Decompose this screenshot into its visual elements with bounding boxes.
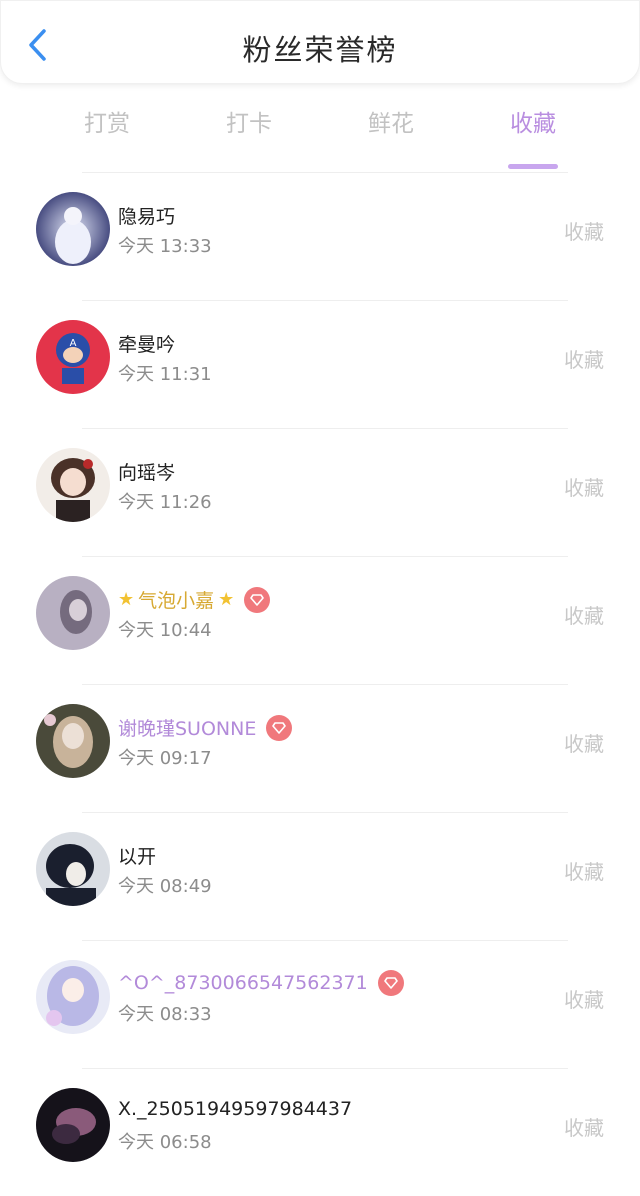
list-item[interactable]: X._25051949597984437 今天 06:58 收藏 [0, 1068, 640, 1196]
user-name: 隐易巧 [118, 206, 176, 228]
tab-label: 鲜花 [368, 111, 414, 137]
list-item[interactable]: 向瑶岑 今天 11:26 收藏 [0, 428, 640, 556]
list-item[interactable]: A 牵曼吟 今天 11:31 收藏 [0, 300, 640, 428]
avatar[interactable] [36, 704, 110, 778]
tab-label: 打赏 [84, 111, 130, 137]
tab-checkin[interactable]: 打卡 [194, 104, 304, 160]
divider [82, 1068, 568, 1069]
avatar[interactable] [36, 576, 110, 650]
timestamp: 今天 13:33 [118, 236, 212, 257]
divider [82, 812, 568, 813]
timestamp: 今天 10:44 [118, 620, 212, 641]
fan-list: 隐易巧 今天 13:33 收藏 A 牵曼吟 今天 11:31 收藏 向瑶岑 今天… [0, 172, 640, 1196]
action-label: 收藏 [564, 604, 604, 628]
svg-text:A: A [70, 338, 77, 349]
top-bar: 粉丝荣誉榜 [0, 0, 640, 84]
divider [82, 556, 568, 557]
tab-flowers[interactable]: 鲜花 [336, 104, 446, 160]
star-icon: ★ [218, 589, 235, 610]
avatar[interactable] [36, 832, 110, 906]
action-label: 收藏 [564, 860, 604, 884]
user-name: X._25051949597984437 [118, 1098, 353, 1120]
list-item[interactable]: ★ 气泡小嘉 ★ 今天 10:44 收藏 [0, 556, 640, 684]
user-name: 牵曼吟 [118, 334, 176, 356]
tab-underline [508, 164, 558, 169]
list-item[interactable]: 谢晚瑾SUONNE 今天 09:17 收藏 [0, 684, 640, 812]
user-name: 谢晚瑾SUONNE [118, 714, 293, 741]
timestamp: 今天 08:33 [118, 1004, 212, 1025]
timestamp: 今天 11:31 [118, 364, 212, 385]
action-label: 收藏 [564, 220, 604, 244]
tab-reward[interactable]: 打赏 [52, 104, 162, 160]
action-label: 收藏 [564, 988, 604, 1012]
divider [82, 300, 568, 301]
avatar[interactable] [36, 960, 110, 1034]
list-item[interactable]: 以开 今天 08:49 收藏 [0, 812, 640, 940]
user-name: 向瑶岑 [118, 462, 176, 484]
timestamp: 今天 08:49 [118, 876, 212, 897]
tab-label: 收藏 [510, 111, 556, 137]
action-label: 收藏 [564, 1116, 604, 1140]
divider [82, 428, 568, 429]
tab-label: 打卡 [226, 111, 272, 137]
timestamp: 今天 09:17 [118, 748, 212, 769]
action-label: 收藏 [564, 348, 604, 372]
action-label: 收藏 [564, 732, 604, 756]
divider [82, 172, 568, 173]
list-item[interactable]: ^O^_8730066547562371 今天 08:33 收藏 [0, 940, 640, 1068]
divider [82, 684, 568, 685]
avatar[interactable] [36, 192, 110, 266]
divider [82, 940, 568, 941]
tab-bar: 打赏 打卡 鲜花 收藏 [0, 84, 640, 174]
diamond-icon [377, 970, 404, 996]
action-label: 收藏 [564, 476, 604, 500]
star-icon: ★ [118, 589, 135, 610]
page-title: 粉丝荣誉榜 [242, 33, 398, 67]
avatar[interactable] [36, 1088, 110, 1162]
timestamp: 今天 11:26 [118, 492, 212, 513]
user-name: ^O^_8730066547562371 [118, 970, 404, 996]
avatar[interactable] [36, 448, 110, 522]
diamond-icon [244, 586, 271, 613]
avatar[interactable]: A [36, 320, 110, 394]
timestamp: 今天 06:58 [118, 1132, 212, 1153]
user-name: 以开 [118, 846, 157, 868]
tab-favorites[interactable]: 收藏 [478, 104, 588, 169]
list-item[interactable]: 隐易巧 今天 13:33 收藏 [0, 172, 640, 300]
user-name: ★ 气泡小嘉 ★ [118, 586, 271, 613]
diamond-icon [266, 714, 293, 741]
